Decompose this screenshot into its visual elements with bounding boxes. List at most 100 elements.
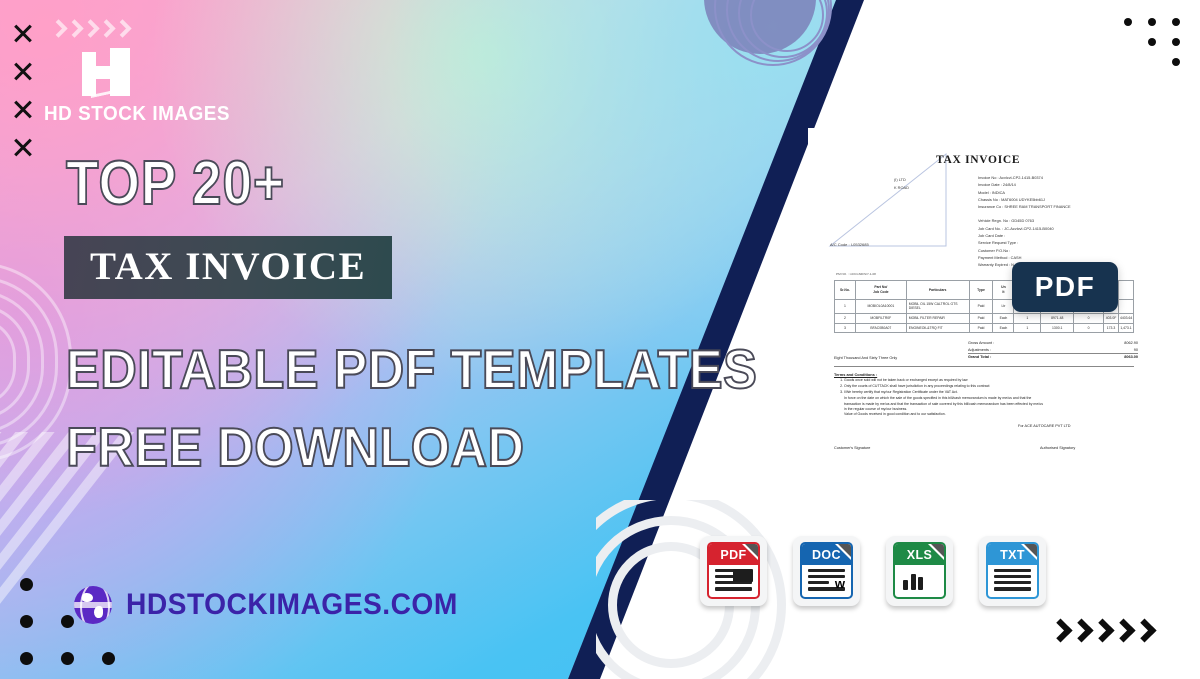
site-url-footer[interactable]: HDSTOCKIMAGES.COM bbox=[74, 586, 479, 624]
invoice-meta-line: Insurance Co : SHREE RAM TRANSPORT FINAN… bbox=[978, 204, 1071, 210]
cell: BFAC0B0A07 bbox=[854, 322, 907, 334]
invoice-meta-line: Service Request Type : bbox=[978, 240, 1019, 246]
invoice-totals: Gross Amount :8062.90 Adjustments :90 Gr… bbox=[968, 340, 1138, 361]
brand-lockup: HD STOCK IMAGES bbox=[44, 45, 344, 126]
headline-kicker: TOP 20+ bbox=[65, 148, 285, 219]
terms-title: Terms and Conditions : bbox=[834, 372, 878, 377]
cell: 1 bbox=[1013, 322, 1042, 334]
invoice-title: TAX INVOICE bbox=[936, 154, 1021, 166]
cell: 3 bbox=[834, 322, 856, 334]
total-row: Grand Total : 8063.00 bbox=[968, 353, 1138, 361]
headline-line-1: EDITABLE PDF TEMPLATES bbox=[65, 337, 758, 401]
headline-main: EDITABLE PDF TEMPLATES FREE DOWNLOAD bbox=[65, 330, 758, 486]
cell: 0 bbox=[1073, 312, 1105, 324]
dot-pattern-top-right bbox=[1124, 18, 1180, 78]
invoice-party-line: (I) LTD bbox=[894, 177, 906, 182]
invoice-meta-block: Invoice No : Acvlcvl-CP2-1415-B0374 Invo… bbox=[978, 174, 1071, 269]
total-label: Adjustments : bbox=[968, 347, 992, 352]
invoice-meta-line: Invoice No : Acvlcvl-CP2-1415-B0374 bbox=[978, 175, 1043, 180]
headline-line-2: FREE DOWNLOAD bbox=[65, 415, 525, 479]
invoice-ac-code: A/C Code : I-0532685 bbox=[830, 242, 869, 247]
invoice-customer-signature: Customer's Signature bbox=[834, 446, 871, 450]
x-mark-icon bbox=[12, 136, 34, 158]
invoice-meta-line: Vehicle Regn. No : GD45D 0763 bbox=[978, 218, 1035, 224]
cell: 403.0F bbox=[1103, 312, 1119, 324]
txt-file-icon[interactable]: TXT bbox=[979, 536, 1046, 606]
x-marks-column bbox=[12, 22, 46, 174]
invoice-terms: Terms and Conditions : Goods once sold w… bbox=[834, 372, 1134, 418]
divider bbox=[834, 366, 1134, 367]
invoice-meta-line: Payment Method : CASH bbox=[978, 254, 1022, 260]
invoice-meta-line: Job Card Date : bbox=[978, 233, 1006, 239]
doc-file-label: DOC bbox=[812, 547, 841, 562]
col-unit: Un It bbox=[992, 280, 1015, 300]
invoice-meta-line: Customer P.O.No : bbox=[978, 247, 1011, 253]
doc-file-icon[interactable]: DOC w bbox=[793, 536, 860, 606]
cell: 1300.1 bbox=[1040, 322, 1075, 334]
x-mark-icon bbox=[12, 60, 34, 82]
cell: 0 bbox=[1073, 322, 1105, 334]
table-row: 3 BFAC0B0A07 ENGINEOIL&TRQ FIT Paid Each 1… bbox=[834, 322, 1134, 334]
total-value: 8063.00 bbox=[1124, 355, 1138, 359]
col-type: Type bbox=[968, 280, 994, 300]
total-label: Grand Total : bbox=[968, 355, 992, 359]
col-partno: Part No/Job Code bbox=[854, 280, 907, 300]
cell: Paid bbox=[968, 322, 994, 334]
tax-invoice-badge-label: TAX INVOICE bbox=[90, 245, 367, 288]
col-blank2 bbox=[1118, 280, 1134, 300]
file-format-icons: PDF DOC w XLS TXT bbox=[700, 536, 1046, 606]
invoice-company-for: For ACE AUTOCARE PVT LTD bbox=[1018, 424, 1071, 428]
pdf-badge[interactable]: PDF bbox=[1012, 262, 1118, 312]
invoice-party-block: (I) LTD K ROAD bbox=[894, 176, 909, 191]
invoice-party-line: K ROAD bbox=[894, 184, 909, 190]
col-srno: Sr.No. bbox=[834, 280, 856, 300]
cell: ENGINEOIL&TRQ FIT bbox=[905, 322, 970, 334]
document-fold-outline bbox=[828, 152, 948, 248]
invoice-meta-line: Model : INDICA bbox=[978, 189, 1006, 195]
pdf-badge-label: PDF bbox=[1034, 271, 1096, 302]
cell: 1 bbox=[1013, 312, 1042, 324]
site-url-label: HDSTOCKIMAGES.COM bbox=[126, 588, 458, 621]
table-row: 2 MOBFILTR0F MOBIL FILTER REPAIR Paid Each… bbox=[834, 312, 1134, 324]
cell: 1,473.1 bbox=[1118, 322, 1134, 334]
chevron-right-icon bbox=[1132, 618, 1157, 643]
col-particulars: Particulars bbox=[905, 280, 970, 300]
pdf-file-label: PDF bbox=[720, 547, 747, 562]
tax-invoice-badge: TAX INVOICE bbox=[64, 236, 393, 299]
cell: 1 bbox=[834, 298, 856, 314]
terms-extra-line: Value of Goods received in good conditio… bbox=[844, 412, 946, 417]
cell: MOBIL FILTER REPAIR bbox=[905, 312, 970, 324]
globe-icon bbox=[74, 586, 112, 624]
invoice-meta-line: Chassis No : MAT6004 UDYKE5bb61J bbox=[978, 196, 1045, 202]
cell: Paid bbox=[968, 312, 994, 324]
cell bbox=[1118, 298, 1134, 314]
chevron-row-top bbox=[49, 19, 132, 38]
invoice-pm-number: PM NO. : I-0/CGND/S/7-1-08 bbox=[836, 272, 876, 276]
txt-file-label: TXT bbox=[1000, 547, 1025, 562]
chevron-row-bottom bbox=[1048, 618, 1157, 643]
chevron-right-icon bbox=[113, 19, 132, 38]
poster-canvas: HD STOCK IMAGES TOP 20+ TAX INVOICE EDIT… bbox=[0, 0, 1200, 679]
invoice-meta-line: Job Card No. : JC-Acvlcvl-CP2-1415-B0040 bbox=[978, 225, 1054, 231]
cell: 173.3 bbox=[1103, 322, 1119, 334]
cell: Each bbox=[992, 312, 1015, 324]
cell: Ltr bbox=[992, 298, 1015, 314]
x-mark-icon bbox=[12, 98, 34, 120]
cell: MOBFILTR0F bbox=[854, 312, 907, 324]
cell: MOBIOL0A10001 bbox=[854, 298, 907, 314]
terms-item: Only the courts of CUTTACK shall have ju… bbox=[844, 384, 1134, 389]
xls-file-label: XLS bbox=[906, 547, 933, 562]
cell: 2 bbox=[834, 312, 856, 324]
xls-file-icon[interactable]: XLS bbox=[886, 536, 953, 606]
cell: 4403.64 bbox=[1118, 312, 1134, 324]
cell: Each bbox=[992, 322, 1015, 334]
invoice-authorised-signatory: Authorised Signatory bbox=[1040, 446, 1076, 450]
terms-item: Goods once sold will not be taken back o… bbox=[844, 378, 1134, 383]
x-mark-icon bbox=[12, 22, 34, 44]
total-value: 90 bbox=[1133, 347, 1138, 352]
cell: 8971.48 bbox=[1040, 312, 1075, 324]
concentric-circles-top bbox=[700, 0, 890, 102]
pdf-file-icon[interactable]: PDF bbox=[700, 536, 767, 606]
invoice-amount-in-words: Eight Thousand And Sixty Three Only bbox=[834, 356, 898, 360]
invoice-meta-line: Invoice Date : 24/8/14 bbox=[978, 182, 1016, 188]
